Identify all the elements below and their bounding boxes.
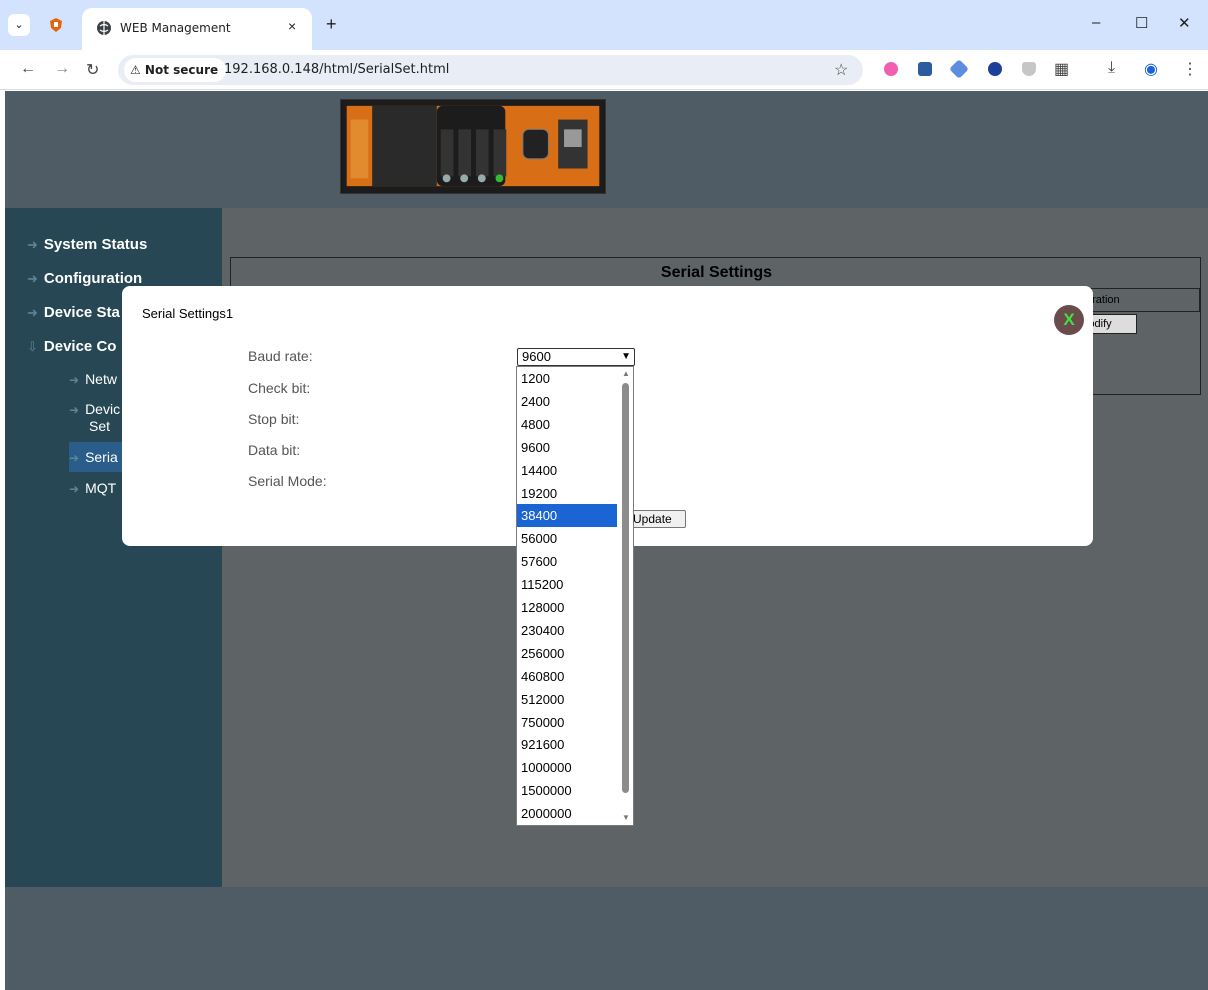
maximize-icon[interactable]: ☐ [1135, 14, 1148, 32]
scroll-up-icon[interactable]: ▲ [622, 369, 630, 378]
globe-icon [97, 21, 111, 35]
arrow-icon: ➜ [27, 271, 38, 286]
dropdown-option[interactable]: 1500000 [517, 779, 617, 802]
page-footer [5, 887, 1208, 990]
security-chip[interactable]: ⚠ Not secure [124, 58, 227, 82]
tab-title: WEB Management [120, 21, 231, 35]
sidebar-item-device-config[interactable]: ⇩ Device Co [27, 338, 116, 355]
tab-search-icon[interactable]: ⌄ [8, 14, 30, 36]
minimize-icon[interactable]: – [1092, 14, 1100, 31]
page-title: Serial Settings [660, 264, 773, 281]
serial-mode-label: Serial Mode: [248, 473, 327, 489]
check-bit-label: Check bit: [248, 380, 311, 396]
data-bit-label: Data bit: [248, 442, 301, 458]
modal-title: Serial Settings1 [142, 306, 234, 321]
dropdown-option[interactable]: 1000000 [517, 756, 617, 779]
dropdown-option[interactable]: 750000 [517, 711, 617, 734]
dropdown-option[interactable]: 9600 [517, 436, 617, 459]
extension-book-icon[interactable] [918, 62, 932, 76]
scroll-down-icon[interactable]: ▼ [622, 813, 630, 822]
dropdown-option[interactable]: 56000 [517, 527, 617, 550]
sidebar-item-device-status[interactable]: ➜ Device Sta [27, 304, 120, 321]
dropdown-option[interactable]: 230400 [517, 619, 617, 642]
sidebar-sub-device-line2[interactable]: Set [89, 418, 110, 435]
scrollbar-thumb[interactable] [622, 383, 629, 793]
close-icon[interactable]: X [1054, 305, 1084, 335]
chevron-down-icon: ▼ [621, 351, 631, 362]
extension-shield-icon-2[interactable] [1022, 62, 1036, 76]
address-bar[interactable]: ⚠ Not secure 192.168.0.148/html/SerialSe… [118, 55, 863, 85]
stop-bit-label: Stop bit: [248, 411, 300, 427]
new-tab-icon[interactable]: + [326, 14, 337, 35]
browser-tab-bar: ⌄ WEB Management × + – ☐ ✕ [0, 0, 1208, 50]
baud-rate-value: 9600 [522, 349, 551, 364]
baud-rate-select[interactable]: 9600 ▼ [517, 348, 635, 366]
dropdown-option[interactable]: 4800 [517, 413, 617, 436]
arrow-icon: ➜ [69, 482, 80, 496]
device-image [340, 99, 606, 194]
url-text[interactable]: 192.168.0.148/html/SerialSet.html [224, 62, 449, 77]
sidebar-item-system-status[interactable]: ➜ System Status [27, 236, 147, 253]
dropdown-option[interactable]: 921600 [517, 733, 617, 756]
dropdown-option[interactable]: 512000 [517, 688, 617, 711]
download-icon[interactable]: ⤓ [1108, 59, 1115, 77]
dropdown-option[interactable]: 57600 [517, 550, 617, 573]
close-window-icon[interactable]: ✕ [1178, 14, 1191, 32]
reload-icon[interactable]: ↻ [86, 60, 99, 80]
dropdown-option[interactable]: 115200 [517, 573, 617, 596]
dropdown-option[interactable]: 14400 [517, 459, 617, 482]
dropdown-option[interactable]: 2000000 [517, 802, 617, 825]
forward-icon[interactable]: → [54, 60, 70, 78]
sidebar-sub-network[interactable]: ➜ Netw [69, 371, 117, 389]
extension-shield-icon[interactable] [48, 17, 64, 33]
dropdown-option[interactable]: 1200 [517, 367, 617, 390]
dropdown-option[interactable]: 19200 [517, 482, 617, 505]
update-button[interactable]: Update [630, 510, 686, 528]
baud-rate-dropdown-list[interactable]: 1200 2400 4800 9600 14400 19200 38400 56000 5760… [516, 366, 634, 826]
sidebar-item-configuration[interactable]: ➜ Configuration [27, 270, 142, 287]
more-menu-icon[interactable]: ⋮ [1182, 59, 1198, 79]
dropdown-option[interactable]: 38400 [517, 504, 617, 528]
operation-header: eration [1081, 288, 1200, 312]
extension-tag-icon[interactable] [949, 59, 969, 79]
extension-arrow-icon[interactable] [884, 62, 898, 76]
extensions-puzzle-icon[interactable]: ▦ [1054, 59, 1069, 79]
arrow-icon: ➜ [27, 237, 38, 252]
sidebar-sub-serial[interactable]: ➜ Seria [69, 449, 118, 467]
chevron-down-icon: ⇩ [27, 339, 38, 354]
dropdown-option[interactable]: 256000 [517, 642, 617, 665]
page-header [5, 91, 1208, 208]
browser-tab[interactable]: WEB Management × [82, 8, 312, 50]
extension-circle-icon[interactable] [988, 62, 1002, 76]
back-icon[interactable]: ← [20, 60, 36, 78]
sidebar-sub-device[interactable]: ➜ Devic [69, 401, 120, 419]
bookmark-star-icon[interactable]: ☆ [834, 60, 848, 80]
profile-icon[interactable]: ◉ [1144, 59, 1158, 79]
sidebar-sub-mqtt[interactable]: ➜ MQT [69, 480, 116, 498]
arrow-icon: ➜ [27, 305, 38, 320]
arrow-icon: ➜ [69, 403, 80, 417]
baud-rate-label: Baud rate: [248, 348, 313, 364]
dropdown-scrollbar[interactable]: ▲ ▼ [618, 367, 633, 825]
browser-toolbar: ← → ↻ ⚠ Not secure 192.168.0.148/html/Se… [0, 50, 1208, 90]
arrow-icon: ➜ [69, 451, 80, 465]
dropdown-option[interactable]: 2400 [517, 390, 617, 413]
tab-close-icon[interactable]: × [288, 18, 296, 34]
dropdown-option[interactable]: 128000 [517, 596, 617, 619]
arrow-icon: ➜ [69, 373, 80, 387]
dropdown-option[interactable]: 460800 [517, 665, 617, 688]
